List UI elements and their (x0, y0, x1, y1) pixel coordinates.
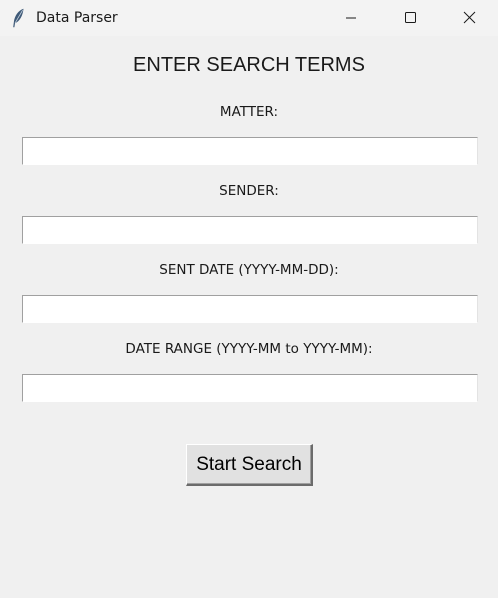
window-title: Data Parser (36, 10, 118, 26)
start-search-button[interactable]: Start Search (186, 444, 313, 486)
minimize-icon (346, 17, 356, 19)
matter-input[interactable] (22, 137, 478, 165)
sender-input[interactable] (22, 216, 478, 244)
date-range-input[interactable] (22, 374, 478, 402)
matter-label: MATTER: (219, 104, 279, 120)
close-button[interactable] (448, 0, 492, 36)
sent-date-input[interactable] (22, 295, 478, 323)
maximize-button[interactable] (388, 0, 432, 36)
date-range-label: DATE RANGE (YYYY-MM to YYYY-MM): (125, 341, 373, 357)
sent-date-label: SENT DATE (YYYY-MM-DD): (159, 262, 339, 278)
title-bar[interactable]: Data Parser (0, 0, 498, 36)
app-window: Data Parser ENTER SEARCH TERMS MATTER: S… (0, 0, 498, 598)
minimize-button[interactable] (329, 0, 373, 36)
maximize-icon (405, 12, 416, 23)
form-heading: ENTER SEARCH TERMS (133, 54, 365, 76)
close-icon (463, 11, 476, 24)
feather-icon (11, 8, 25, 28)
sender-label: SENDER: (219, 183, 279, 199)
